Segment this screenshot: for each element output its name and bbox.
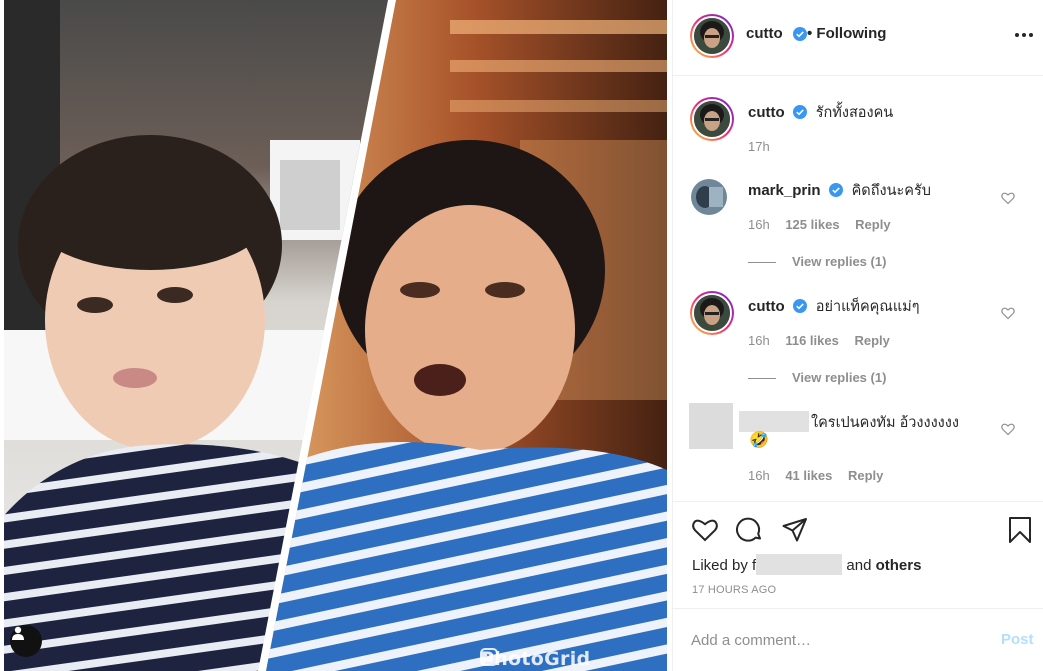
comment-text: ใครเปนคงทัม อ้วงงงงงง: [811, 415, 959, 431]
comment-text: อย่าแท็คคุณแม่ๆ: [815, 299, 920, 315]
redacted-username[interactable]: [739, 411, 809, 432]
more-options-icon[interactable]: [1014, 27, 1034, 43]
comment-username[interactable]: cutto: [748, 298, 785, 315]
verified-badge-icon: [792, 299, 807, 313]
caption-time[interactable]: 17h: [748, 139, 770, 154]
redacted-avatar[interactable]: [689, 403, 733, 449]
add-comment-bar: Post: [673, 608, 1043, 671]
photogrid-watermark: PhotoGrid: [480, 648, 590, 670]
view-replies-label: View replies (1): [792, 254, 887, 269]
photogrid-logo-icon: [480, 648, 498, 666]
comment-likes[interactable]: 116 likes: [785, 333, 839, 348]
comment-time[interactable]: 16h: [748, 468, 770, 483]
comment-text-line: ใครเปนคงทัม อ้วงงงงงง: [739, 411, 959, 432]
comments-list[interactable]: cutto รักทั้งสองคน 17h mark_prin คิดถึงน…: [673, 77, 1043, 501]
user-tag-button[interactable]: [10, 625, 42, 657]
post-actions: Liked by f and others 17 HOURS AGO: [673, 501, 1043, 608]
avatar-image: [691, 179, 727, 215]
post-header: cutto • Following: [673, 0, 1043, 76]
share-paper-plane-icon[interactable]: [781, 516, 809, 544]
liked-by-prefix: Liked by: [692, 557, 748, 574]
redacted-liker: [756, 554, 843, 575]
user-tag-icon: [12, 626, 24, 640]
liked-by-user[interactable]: f: [752, 554, 843, 575]
liked-by-others[interactable]: others: [876, 557, 922, 574]
comment-username[interactable]: mark_prin: [748, 182, 821, 199]
liked-by-suffix: and: [846, 557, 872, 574]
comment-meta: 16h 41 likes Reply: [748, 468, 895, 483]
view-replies-button[interactable]: View replies (1): [748, 254, 886, 269]
bookmark-save-icon[interactable]: [1006, 516, 1034, 544]
caption-text: รักทั้งสองคน: [815, 105, 894, 121]
post-media[interactable]: PhotoGrid: [0, 0, 672, 671]
avatar-image: [694, 18, 730, 54]
verified-badge-icon: [828, 183, 843, 197]
comment-time[interactable]: 16h: [748, 333, 770, 348]
caption-username[interactable]: cutto: [748, 104, 785, 121]
comment-avatar[interactable]: [690, 291, 734, 335]
comment-text-line: mark_prin คิดถึงนะครับ: [748, 182, 931, 200]
like-heart-icon[interactable]: [691, 516, 719, 544]
comment-likes[interactable]: 41 likes: [785, 468, 832, 483]
comment-like-icon[interactable]: [1001, 306, 1015, 320]
comment-input[interactable]: [691, 627, 961, 653]
reply-button[interactable]: Reply: [855, 217, 890, 232]
view-replies-button[interactable]: View replies (1): [748, 370, 886, 385]
replies-divider: [748, 262, 776, 264]
comment-bubble-icon[interactable]: [736, 516, 764, 544]
author-avatar[interactable]: [690, 14, 734, 58]
caption-avatar[interactable]: [690, 97, 734, 141]
reply-button[interactable]: Reply: [848, 468, 883, 483]
comment-time[interactable]: 16h: [748, 217, 770, 232]
liked-by-line: Liked by f and others: [692, 554, 921, 575]
avatar-image: [694, 295, 730, 331]
post-side-panel: cutto • Following cutto รักทั้งสองคน 17h…: [672, 0, 1043, 671]
verified-badge-icon: [792, 105, 807, 119]
verified-badge-icon: [793, 27, 807, 41]
comment-text-line: cutto อย่าแท็คคุณแม่ๆ: [748, 298, 920, 316]
avatar-image: [694, 101, 730, 137]
comment-text: คิดถึงนะครับ: [851, 183, 931, 199]
view-replies-label: View replies (1): [792, 370, 887, 385]
comment-emoji: 🤣: [749, 432, 769, 449]
comment-likes[interactable]: 125 likes: [785, 217, 839, 232]
comment-avatar[interactable]: [691, 179, 727, 215]
caption-text-line: cutto รักทั้งสองคน: [748, 104, 893, 122]
post-comment-button[interactable]: Post: [1001, 631, 1034, 648]
comment-like-icon[interactable]: [1001, 422, 1015, 436]
reply-button[interactable]: Reply: [854, 333, 889, 348]
replies-divider: [748, 378, 776, 380]
caption-meta: 17h: [748, 139, 782, 154]
comment-meta: 16h 125 likes Reply: [748, 217, 903, 232]
author-username[interactable]: cutto: [746, 25, 783, 42]
post-timestamp[interactable]: 17 HOURS AGO: [692, 584, 776, 596]
comment-meta: 16h 116 likes Reply: [748, 333, 902, 348]
post-photo: [4, 0, 667, 671]
following-button[interactable]: • Following: [807, 25, 886, 42]
comment-like-icon[interactable]: [1001, 191, 1015, 205]
